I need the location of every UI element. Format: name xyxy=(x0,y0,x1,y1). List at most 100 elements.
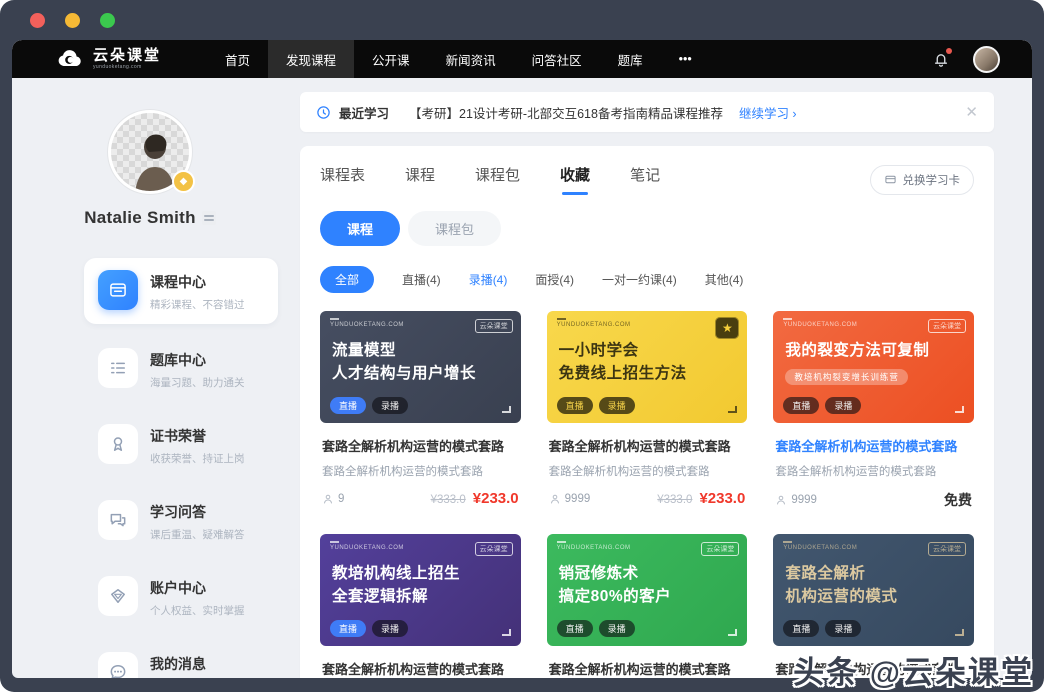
banner-label: 最近学习 xyxy=(339,106,390,121)
sidebar-item-desc: 海量习题、助力通关 xyxy=(150,377,245,389)
message-icon xyxy=(98,652,138,678)
chat-bubbles-icon xyxy=(98,500,138,540)
sidebar-item-certificates[interactable]: 证书荣誉 收获荣誉、持证上岗 xyxy=(98,414,278,476)
filter-one-on-one[interactable]: 一对一约课(4) xyxy=(602,271,677,288)
course-card[interactable]: YUNDUOKETANG.COM 云朵课堂 我的裂变方法可复制 教培机构裂变增长… xyxy=(773,311,974,510)
main-column: 最近学习 【考研】21设计考研-北部交互618备考指南精品课程推荐 继续学习 ›… xyxy=(288,78,1032,678)
sidebar-item-account-center[interactable]: 账户中心 个人权益、实时掌握 xyxy=(98,566,278,628)
cover-title-line: 流量模型 xyxy=(332,342,397,359)
course-card[interactable]: YUNDUOKETANG.COM 云朵课堂 教培机构线上招生 全套逻辑拆解 直播… xyxy=(320,534,521,678)
current-price: ¥233.0 xyxy=(472,490,519,507)
course-title[interactable]: 套路全解析机构运营的模式套路 xyxy=(549,436,746,455)
current-price: ¥233.0 xyxy=(699,490,746,507)
live-badge: 直播 xyxy=(556,397,593,414)
cloud-logo-icon xyxy=(58,50,81,67)
continue-learning-link[interactable]: 继续学习 › xyxy=(739,103,797,122)
tab-courses[interactable]: 课程 xyxy=(405,164,435,195)
tab-favorites[interactable]: 收藏 xyxy=(560,164,590,195)
banner-close-icon[interactable]: ✕ xyxy=(965,103,978,121)
recorded-badge: 录播 xyxy=(825,620,862,637)
type-pill-packages[interactable]: 课程包 xyxy=(408,211,502,246)
filter-other[interactable]: 其他(4) xyxy=(705,271,744,288)
sidebar-item-label: 学习问答 xyxy=(150,504,206,520)
unread-dot xyxy=(946,48,952,54)
sidebar-menu: 课程中心 精彩课程、不容错过 题库中心 海量习题、助力通关 证书荣誉 收获荣誉、… xyxy=(12,258,288,678)
sidebar-item-course-center[interactable]: 课程中心 精彩课程、不容错过 xyxy=(84,258,278,324)
brand-logo[interactable]: 云朵课堂 yunduoketang.com xyxy=(28,48,171,70)
course-grid: YUNDUOKETANG.COM 云朵课堂 流量模型 人才结构与用户增长 直播 … xyxy=(320,311,974,678)
live-badge: 直播 xyxy=(783,397,820,414)
live-badge: 直播 xyxy=(556,620,593,637)
banner-course-title[interactable]: 【考研】21设计考研-北部交互618备考指南精品课程推荐 xyxy=(409,103,723,122)
tabs-row: 课程表 课程 课程包 收藏 笔记 兑换学习卡 xyxy=(320,164,974,195)
filter-in-person[interactable]: 面授(4) xyxy=(535,271,574,288)
cover-title-line: 机构运营的模式 xyxy=(785,588,898,606)
course-cover: YUNDUOKETANG.COM ★ 一小时学会 免费线上招生方法 直播 录播 xyxy=(546,311,748,423)
sidebar-item-learning-qa[interactable]: 学习问答 课后重温、疑难解答 xyxy=(98,490,278,552)
cover-site-text: YUNDUOKETANG.COM xyxy=(557,318,631,328)
sidebar-item-label: 题库中心 xyxy=(150,352,206,368)
recorded-badge: 录播 xyxy=(372,397,409,414)
filter-all[interactable]: 全部 xyxy=(320,266,375,293)
recent-clock-icon xyxy=(317,105,330,119)
cover-brand-tag: 云朵课堂 xyxy=(701,542,740,556)
cover-brand-tag: 云朵课堂 xyxy=(928,542,966,556)
member-tag-icon xyxy=(201,211,216,225)
cover-brand-tag: 云朵课堂 xyxy=(474,542,513,556)
old-price: ¥333.0 xyxy=(430,494,466,506)
sidebar-item-label: 课程中心 xyxy=(150,274,206,290)
window-titlebar xyxy=(0,0,1044,40)
vip-diamond-badge-icon: ◆ xyxy=(172,170,195,193)
course-title[interactable]: 套路全解析机构运营的模式套路 xyxy=(322,436,519,455)
nav-item-news[interactable]: 新闻资讯 xyxy=(428,40,514,78)
filter-recorded[interactable]: 录播(4) xyxy=(469,271,508,288)
user-avatar[interactable] xyxy=(973,45,1000,73)
cover-title-line: 搞定80%的客户 xyxy=(558,588,672,606)
cover-site-text: YUNDUOKETANG.COM xyxy=(783,541,857,551)
sidebar-item-desc: 课后重温、疑难解答 xyxy=(150,529,245,541)
cover-title-line: 教培机构线上招生 xyxy=(332,565,461,582)
course-board-icon xyxy=(98,270,138,310)
filter-live[interactable]: 直播(4) xyxy=(402,271,441,288)
sidebar-item-question-bank-center[interactable]: 题库中心 海量习题、助力通关 xyxy=(98,338,278,400)
students-count: 9 xyxy=(338,492,345,505)
notification-bell-icon[interactable] xyxy=(931,48,952,69)
exchange-study-card-button[interactable]: 兑换学习卡 xyxy=(869,164,974,195)
list-icon xyxy=(98,348,138,388)
course-title[interactable]: 套路全解析机构运营的模式套路 xyxy=(549,659,746,678)
course-title[interactable]: 套路全解析机构运营的模式套路 xyxy=(775,436,972,455)
course-card[interactable]: YUNDUOKETANG.COM 云朵课堂 流量模型 人才结构与用户增长 直播 … xyxy=(320,311,521,510)
tab-schedule[interactable]: 课程表 xyxy=(320,164,365,195)
screenshot-canvas: 云朵课堂 yunduoketang.com 首页 发现课程 公开课 新闻资讯 问… xyxy=(0,0,1044,692)
recorded-badge: 录播 xyxy=(372,620,409,637)
students-count: 9999 xyxy=(564,492,591,505)
cover-title-line: 一小时学会 xyxy=(558,342,639,359)
corner-mark xyxy=(501,629,511,636)
nav-item-more[interactable]: ••• xyxy=(661,40,710,78)
cover-brand-tag: 云朵课堂 xyxy=(474,319,513,333)
sidebar-item-my-messages[interactable]: 我的消息 消息通知、及时了解 xyxy=(98,642,278,678)
course-title[interactable]: 套路全解析机构运营的模式套路 xyxy=(322,659,519,678)
close-window-button[interactable] xyxy=(30,12,45,28)
course-cover: YUNDUOKETANG.COM 云朵课堂 教培机构线上招生 全套逻辑拆解 直播… xyxy=(320,534,521,646)
nav-item-home[interactable]: 首页 xyxy=(207,40,268,78)
nav-item-discover-courses[interactable]: 发现课程 xyxy=(268,40,355,78)
students-icon xyxy=(550,494,559,503)
app-window: 云朵课堂 yunduoketang.com 首页 发现课程 公开课 新闻资讯 问… xyxy=(0,0,1044,692)
cover-title-line: 人才结构与用户增长 xyxy=(332,365,477,383)
zoom-window-button[interactable] xyxy=(100,12,115,28)
tab-course-packages[interactable]: 课程包 xyxy=(475,164,520,195)
cover-title-line: 套路全解析 xyxy=(785,565,866,582)
course-card[interactable]: YUNDUOKETANG.COM ★ 一小时学会 免费线上招生方法 直播 录播 xyxy=(546,311,748,510)
tab-notes[interactable]: 笔记 xyxy=(630,164,660,195)
nav-item-question-bank[interactable]: 题库 xyxy=(600,40,661,78)
cover-site-text: YUNDUOKETANG.COM xyxy=(330,318,404,328)
minimize-window-button[interactable] xyxy=(65,12,80,28)
nav-item-open-classes[interactable]: 公开课 xyxy=(354,40,428,78)
profile-card: ◆ Natalie Smith xyxy=(12,110,288,228)
course-card[interactable]: YUNDUOKETANG.COM 云朵课堂 销冠修炼术 搞定80%的客户 直播 … xyxy=(546,534,748,678)
nav-item-qa-community[interactable]: 问答社区 xyxy=(514,40,600,78)
cover-site-text: YUNDUOKETANG.COM xyxy=(783,318,857,328)
top-navbar: 云朵课堂 yunduoketang.com 首页 发现课程 公开课 新闻资讯 问… xyxy=(12,40,1032,78)
type-pill-courses[interactable]: 课程 xyxy=(320,211,401,246)
